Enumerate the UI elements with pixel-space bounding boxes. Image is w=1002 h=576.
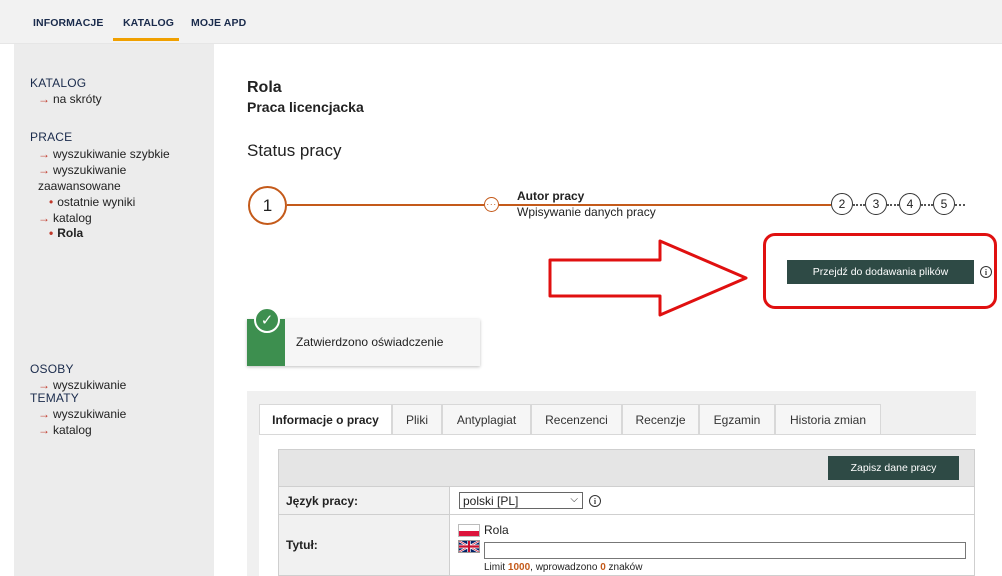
sidebar-heading-osoby: OSOBY	[30, 362, 74, 376]
chevron-down-icon: ⌵	[570, 494, 578, 505]
stepper-progress-line	[287, 204, 484, 206]
stepper-step-4: 4	[899, 193, 921, 215]
language-select[interactable]: polski [PL] ⌵	[459, 492, 583, 509]
confirmation-text: Zatwierdzono oświadczenie	[296, 335, 444, 349]
arrow-right-icon: →	[38, 423, 50, 437]
language-label: Język pracy:	[279, 487, 450, 514]
topnav-active-indicator	[113, 38, 179, 41]
page-title: Rola	[247, 79, 282, 96]
bullet-icon: •	[49, 226, 54, 240]
tab-recenzje[interactable]: Recenzje	[622, 404, 699, 434]
stepper-step-3: 3	[865, 193, 887, 215]
go-to-files-button[interactable]: Przejdź do dodawania plików	[787, 260, 974, 284]
info-icon[interactable]: i	[980, 266, 992, 278]
sidebar-link-tematy-katalog[interactable]: → katalog	[38, 423, 92, 438]
tab-egzamin[interactable]: Egzamin	[699, 404, 775, 434]
sidebar-link-katalog[interactable]: → katalog	[38, 211, 92, 226]
title-en-input[interactable]	[484, 542, 966, 559]
tab-antyplagiat[interactable]: Antyplagiat	[442, 404, 531, 434]
title-label: Tytuł:	[279, 515, 450, 575]
title-pl-value: Rola	[484, 523, 509, 537]
bullet-icon: •	[49, 195, 54, 209]
top-navigation: INFORMACJE KATALOG MOJE APD	[0, 0, 1002, 44]
stepper-step-2: 2	[831, 193, 853, 215]
sidebar-link-wyszukiwanie-szybkie[interactable]: → wyszukiwanie szybkie	[38, 147, 170, 162]
page-subtitle: Praca licencjacka	[247, 99, 364, 115]
arrow-right-icon: →	[38, 407, 50, 421]
stepper-step-current: 1	[248, 186, 287, 225]
sidebar-link-tematy-wyszukiwanie[interactable]: → wyszukiwanie	[38, 407, 126, 422]
status-section-title: Status pracy	[247, 141, 342, 160]
save-work-data-button[interactable]: Zapisz dane pracy	[828, 456, 959, 480]
sidebar-link-wyszukiwanie-zaawansowane[interactable]: → wyszukiwanie	[38, 163, 126, 178]
sidebar-heading-katalog: KATALOG	[30, 76, 87, 90]
sidebar-heading-prace: PRACE	[30, 130, 73, 144]
form-row-language: Język pracy:	[278, 487, 975, 515]
tab-recenzenci[interactable]: Recenzenci	[531, 404, 622, 434]
stepper-step-5: 5	[933, 193, 955, 215]
sidebar-link-na-skroty[interactable]: → na skróty	[38, 92, 102, 107]
sidebar-link-wyszukiwanie-zaawansowane-line2[interactable]: zaawansowane	[38, 179, 121, 194]
stepper-dotted-line	[887, 204, 899, 206]
stepper-dotted-line	[955, 204, 965, 206]
arrow-right-icon: →	[38, 163, 50, 177]
arrow-right-icon: →	[38, 378, 50, 392]
sidebar: KATALOG → na skróty PRACE → wyszukiwanie s…	[14, 44, 214, 576]
tab-historia-zmian[interactable]: Historia zmian	[775, 404, 881, 434]
arrow-right-icon: →	[38, 211, 50, 225]
arrow-right-icon: →	[38, 92, 50, 106]
topnav-informacje[interactable]: INFORMACJE	[33, 17, 103, 29]
arrow-right-icon: →	[38, 147, 50, 161]
sidebar-link-rola-current[interactable]: • Rola	[49, 226, 83, 241]
sidebar-heading-tematy: TEMATY	[30, 391, 79, 405]
ellipsis-icon: ···	[484, 197, 499, 212]
stepper-dotted-line	[921, 204, 933, 206]
confirmation-card: ✓ Zatwierdzono oświadczenie	[247, 307, 480, 366]
topnav-katalog[interactable]: KATALOG	[123, 17, 174, 29]
check-icon: ✓	[254, 307, 280, 333]
sidebar-link-ostatnie-wyniki[interactable]: • ostatnie wyniki	[49, 195, 135, 210]
stepper-current-subtitle: Wpisywanie danych pracy	[517, 205, 656, 219]
topnav-moje-apd[interactable]: MOJE APD	[191, 17, 246, 29]
uk-flag-icon	[458, 540, 480, 553]
tab-informacje-o-pracy[interactable]: Informacje o pracy	[259, 404, 392, 435]
tab-pliki[interactable]: Pliki	[392, 404, 442, 434]
stepper-dotted-line	[853, 204, 865, 206]
annotation-arrow-icon	[548, 239, 748, 317]
char-limit-info: Limit 1000, wprowadzono 0 znaków	[484, 562, 643, 573]
polish-flag-icon	[458, 524, 480, 537]
info-icon[interactable]: i	[589, 495, 601, 507]
stepper-current-title: Autor pracy	[517, 189, 585, 203]
